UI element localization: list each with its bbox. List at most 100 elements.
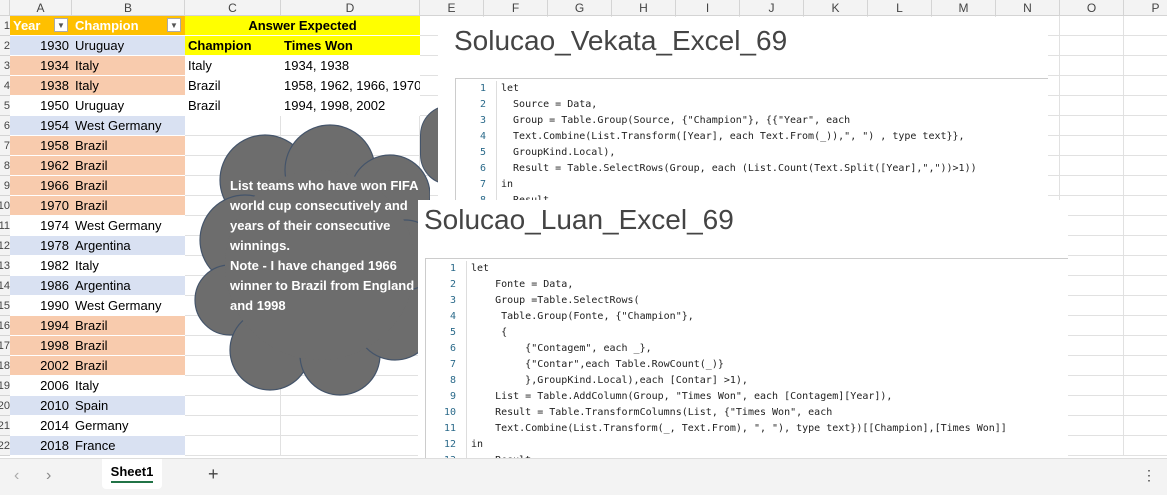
- grid-cell[interactable]: [1060, 116, 1124, 136]
- column-header-O[interactable]: O: [1060, 0, 1124, 16]
- grid-cell[interactable]: [1060, 96, 1124, 116]
- grid-cell[interactable]: [1124, 116, 1167, 136]
- row-header[interactable]: 15: [0, 296, 10, 316]
- grid-cell[interactable]: [1060, 176, 1124, 196]
- grid-cell[interactable]: [1060, 416, 1124, 436]
- grid-cell[interactable]: [185, 436, 281, 456]
- row-header[interactable]: 18: [0, 356, 10, 376]
- row-header[interactable]: 16: [0, 316, 10, 336]
- champion-cell[interactable]: Argentina: [72, 276, 185, 296]
- answer-champion-cell[interactable]: Brazil: [185, 76, 281, 96]
- grid-cell[interactable]: [1124, 16, 1167, 36]
- grid-cell[interactable]: [1124, 436, 1167, 456]
- champion-cell[interactable]: Argentina: [72, 236, 185, 256]
- year-cell[interactable]: 1998: [10, 336, 72, 356]
- year-cell[interactable]: 1970: [10, 196, 72, 216]
- grid-cell[interactable]: [1124, 136, 1167, 156]
- row-header[interactable]: 21: [0, 416, 10, 436]
- grid-cell[interactable]: [1124, 76, 1167, 96]
- cloud-callout[interactable]: List teams who have won FIFA world cup c…: [190, 120, 430, 400]
- grid-cell[interactable]: [1124, 96, 1167, 116]
- column-header-M[interactable]: M: [932, 0, 996, 16]
- grid-cell[interactable]: [1060, 36, 1124, 56]
- year-cell[interactable]: 2006: [10, 376, 72, 396]
- champion-cell[interactable]: Brazil: [72, 156, 185, 176]
- column-header-L[interactable]: L: [868, 0, 932, 16]
- answer-times-cell[interactable]: 1934, 1938: [281, 56, 420, 76]
- row-header[interactable]: 11: [0, 216, 10, 236]
- grid-cell[interactable]: [1060, 276, 1124, 296]
- year-cell[interactable]: 1974: [10, 216, 72, 236]
- table-header-cell[interactable]: Year ▼: [10, 16, 72, 36]
- row-header[interactable]: 3: [0, 56, 10, 76]
- column-header-H[interactable]: H: [612, 0, 676, 16]
- grid-cell[interactable]: [1060, 16, 1124, 36]
- champion-cell[interactable]: Brazil: [72, 356, 185, 376]
- year-cell[interactable]: 1978: [10, 236, 72, 256]
- grid-cell[interactable]: [1124, 396, 1167, 416]
- row-header[interactable]: 14: [0, 276, 10, 296]
- answer-times-cell[interactable]: 1994, 1998, 2002: [281, 96, 420, 116]
- grid-cell[interactable]: [1124, 296, 1167, 316]
- year-cell[interactable]: 1986: [10, 276, 72, 296]
- grid-cell[interactable]: [1124, 256, 1167, 276]
- row-header[interactable]: 17: [0, 336, 10, 356]
- champion-cell[interactable]: West Germany: [72, 296, 185, 316]
- row-header[interactable]: 20: [0, 396, 10, 416]
- champion-cell[interactable]: France: [72, 436, 185, 456]
- champion-cell[interactable]: West Germany: [72, 216, 185, 236]
- champion-cell[interactable]: Italy: [72, 376, 185, 396]
- champion-cell[interactable]: Brazil: [72, 316, 185, 336]
- champion-cell[interactable]: West Germany: [72, 116, 185, 136]
- row-header[interactable]: 9: [0, 176, 10, 196]
- grid-cell[interactable]: [1124, 356, 1167, 376]
- year-cell[interactable]: 1966: [10, 176, 72, 196]
- row-header[interactable]: 1: [0, 16, 10, 36]
- grid-cell[interactable]: [1060, 396, 1124, 416]
- grid-cell[interactable]: [1124, 376, 1167, 396]
- grid-cell[interactable]: [1124, 176, 1167, 196]
- select-all-corner[interactable]: [0, 0, 10, 16]
- row-header[interactable]: 6: [0, 116, 10, 136]
- grid-cell[interactable]: [1060, 196, 1124, 216]
- answer-times-cell[interactable]: 1958, 1962, 1966, 1970: [281, 76, 420, 96]
- grid-cell[interactable]: [1060, 236, 1124, 256]
- row-header[interactable]: 7: [0, 136, 10, 156]
- year-cell[interactable]: 2010: [10, 396, 72, 416]
- grid-cell[interactable]: [1060, 136, 1124, 156]
- row-header[interactable]: 8: [0, 156, 10, 176]
- year-cell[interactable]: 2014: [10, 416, 72, 436]
- grid-cell[interactable]: [1124, 36, 1167, 56]
- grid-cell[interactable]: [1060, 256, 1124, 276]
- column-header-C[interactable]: C: [185, 0, 281, 16]
- grid-cell[interactable]: [1060, 436, 1124, 456]
- grid-cell[interactable]: [281, 436, 420, 456]
- grid-cell[interactable]: [1060, 296, 1124, 316]
- grid-cell[interactable]: [281, 416, 420, 436]
- column-header-J[interactable]: J: [740, 0, 804, 16]
- year-cell[interactable]: 1990: [10, 296, 72, 316]
- filter-dropdown-icon[interactable]: ▼: [167, 18, 181, 32]
- champion-cell[interactable]: Spain: [72, 396, 185, 416]
- column-header-A[interactable]: A: [10, 0, 72, 16]
- year-cell[interactable]: 1982: [10, 256, 72, 276]
- table-header-cell[interactable]: Champion ▼: [72, 16, 185, 36]
- champion-cell[interactable]: Brazil: [72, 196, 185, 216]
- row-header[interactable]: 10: [0, 196, 10, 216]
- champion-cell[interactable]: Brazil: [72, 176, 185, 196]
- grid-cell[interactable]: [1124, 336, 1167, 356]
- grid-cell[interactable]: [1124, 196, 1167, 216]
- year-cell[interactable]: 1938: [10, 76, 72, 96]
- year-cell[interactable]: 1994: [10, 316, 72, 336]
- column-header-E[interactable]: E: [420, 0, 484, 16]
- year-cell[interactable]: 1950: [10, 96, 72, 116]
- sheet-tab-sheet1[interactable]: Sheet1: [102, 459, 162, 489]
- column-header-P[interactable]: P: [1124, 0, 1167, 16]
- grid-cell[interactable]: [1060, 156, 1124, 176]
- grid-cell[interactable]: [1060, 216, 1124, 236]
- grid-cell[interactable]: [185, 416, 281, 436]
- plus-icon[interactable]: +: [208, 464, 219, 485]
- row-header[interactable]: 5: [0, 96, 10, 116]
- column-header-I[interactable]: I: [676, 0, 740, 16]
- year-cell[interactable]: 1930: [10, 36, 72, 56]
